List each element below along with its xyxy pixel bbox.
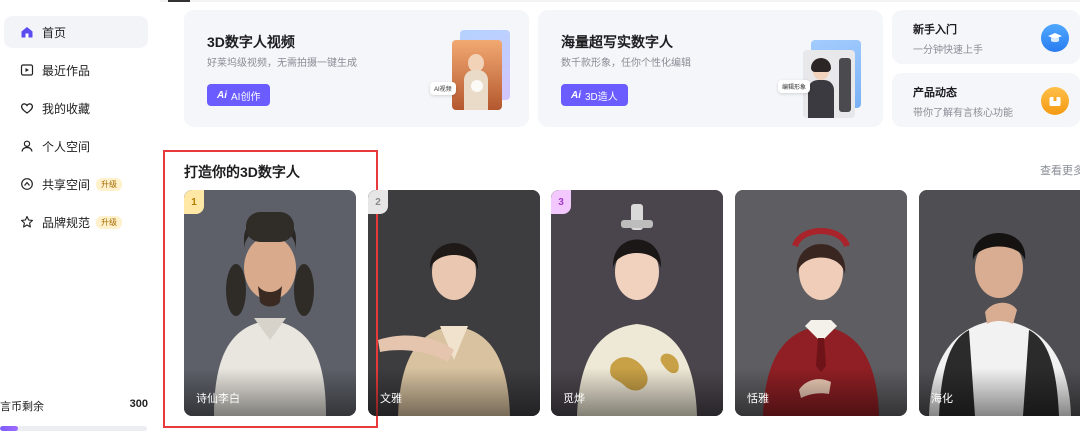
heart-icon — [20, 101, 34, 115]
edit-avatar-tag: 编辑形象 — [778, 80, 811, 93]
3d-create-avatar-button[interactable]: Ai 3D造人 — [561, 84, 628, 106]
avatar-name: 海化 — [931, 393, 953, 405]
sidebar-item-label: 我的收藏 — [42, 101, 91, 116]
box-icon — [1041, 87, 1069, 115]
upgrade-badge[interactable]: 升级 — [96, 177, 123, 191]
video-preview-illustration — [452, 30, 510, 110]
sidebar-item-label: 个人空间 — [42, 139, 91, 154]
rank-badge: 3 — [551, 190, 571, 214]
top-divider — [0, 0, 1080, 2]
see-more-link[interactable]: 查看更多 — [1040, 162, 1080, 178]
sidebar-item-favorites[interactable]: 我的收藏 — [4, 92, 148, 124]
coin-balance-label: 言币剩余 — [0, 401, 44, 413]
promo-card-3d-video[interactable]: 3D数字人视频 好莱坞级视频，无需拍摄一键生成 Ai AI创作 AI视频 — [184, 10, 529, 127]
sidebar-item-label: 最近作品 — [42, 63, 91, 78]
sidebar-item-shared-space[interactable]: 共享空间 升级 — [4, 168, 148, 200]
rank-badge: 1 — [184, 190, 204, 214]
promo-card-realistic[interactable]: 海量超写实数字人 数千款形象，任你个性化编辑 Ai 3D造人 编辑形象 — [538, 10, 883, 127]
avatar-card-miye[interactable]: 3 觅烨 — [551, 190, 723, 416]
ai-icon: Ai — [217, 89, 227, 101]
avatar-card-tianya[interactable]: 恬雅 — [735, 190, 907, 416]
product-news-card[interactable]: 产品动态 带你了解有言核心功能 — [892, 73, 1080, 127]
avatar-editor-illustration — [803, 40, 861, 120]
ai-icon: Ai — [571, 89, 581, 101]
promo-subtitle: 数千款形象，任你个性化编辑 — [561, 58, 691, 69]
avatar-name: 觅烨 — [563, 393, 585, 405]
ai-create-button-label: AI创作 — [231, 91, 261, 103]
promo-title: 海量超写实数字人 — [561, 34, 673, 50]
user-icon — [20, 139, 34, 153]
sidebar-item-recent-works[interactable]: 最近作品 — [4, 54, 148, 86]
sidebar-item-brand-guidelines[interactable]: 品牌规范 升级 — [4, 206, 148, 238]
sidebar-item-home[interactable]: 首页 — [4, 16, 148, 48]
product-news-title: 产品动态 — [913, 87, 957, 99]
top-indicator — [168, 0, 190, 2]
brand-icon — [20, 215, 34, 229]
rank-badge: 2 — [368, 190, 388, 214]
sidebar: 首页 最近作品 我的收藏 个人空间 共享空间 升级 品牌规范 升级 言币剩余 3… — [0, 0, 160, 438]
shared-space-icon — [20, 177, 34, 191]
beginner-guide-title: 新手入门 — [913, 24, 957, 36]
ai-create-button[interactable]: Ai AI创作 — [207, 84, 271, 106]
beginner-guide-card[interactable]: 新手入门 一分钟快速上手 — [892, 10, 1080, 64]
coin-progress-fill — [0, 426, 18, 431]
avatar-name: 文雅 — [380, 393, 402, 405]
beginner-guide-subtitle: 一分钟快速上手 — [913, 45, 983, 56]
graduation-cap-icon — [1041, 24, 1069, 52]
home-icon — [20, 25, 34, 39]
avatar-name: 恬雅 — [747, 393, 769, 405]
sidebar-item-label: 共享空间 — [42, 177, 91, 192]
3d-create-avatar-button-label: 3D造人 — [585, 91, 618, 103]
coin-balance-value: 300 — [129, 398, 148, 410]
avatar-card-wenya[interactable]: 2 文雅 — [368, 190, 540, 416]
promo-subtitle: 好莱坞级视频，无需拍摄一键生成 — [207, 58, 357, 69]
avatar-card-haihua[interactable]: 海化 — [919, 190, 1080, 416]
sidebar-item-label: 首页 — [42, 25, 67, 40]
avatar-name: 诗仙李白 — [196, 393, 240, 405]
recent-works-icon — [20, 63, 34, 77]
product-news-subtitle: 带你了解有言核心功能 — [913, 108, 1013, 119]
promo-title: 3D数字人视频 — [207, 34, 295, 50]
upgrade-badge[interactable]: 升级 — [96, 215, 123, 229]
sidebar-item-personal-space[interactable]: 个人空间 — [4, 130, 148, 162]
coin-progress-bar — [0, 426, 147, 431]
video-tag: AI视频 — [430, 82, 456, 95]
sidebar-item-label: 品牌规范 — [42, 215, 91, 230]
